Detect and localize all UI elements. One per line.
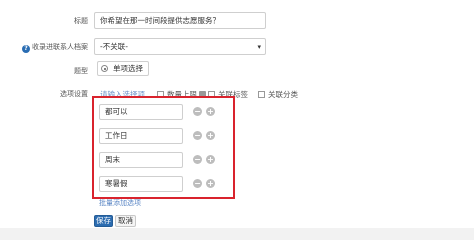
archive-label: 收录进联系人档案 bbox=[32, 43, 88, 51]
option-input-4[interactable]: 寒暑假 bbox=[99, 176, 183, 192]
type-option-single[interactable]: 单项选择 bbox=[97, 61, 149, 76]
chevron-down-icon: ▾ bbox=[257, 43, 261, 51]
radio-icon bbox=[101, 65, 108, 72]
add-option-3-button[interactable]: + bbox=[206, 155, 215, 164]
options-label: 选项设置 bbox=[60, 90, 88, 98]
archive-select[interactable]: -不关联- ▾ bbox=[94, 38, 266, 55]
save-button[interactable]: 保存 bbox=[94, 215, 113, 227]
batch-add-options-link[interactable]: 批量添加选项 bbox=[99, 198, 141, 208]
remove-option-3-button[interactable]: − bbox=[193, 155, 202, 164]
cancel-button[interactable]: 取消 bbox=[115, 215, 136, 227]
checkbox-icon bbox=[258, 91, 265, 98]
option-input-1[interactable]: 都可以 bbox=[99, 104, 183, 120]
type-label: 题型 bbox=[74, 67, 88, 75]
add-option-4-button[interactable]: + bbox=[206, 179, 215, 188]
remove-option-1-button[interactable]: − bbox=[193, 107, 202, 116]
option-input-2[interactable]: 工作日 bbox=[99, 128, 183, 144]
title-input[interactable]: 你希望在那一时间段提供志愿服务？ bbox=[94, 12, 266, 29]
archive-select-value: -不关联- bbox=[100, 42, 128, 51]
remove-option-4-button[interactable]: − bbox=[193, 179, 202, 188]
option-input-3[interactable]: 周末 bbox=[99, 152, 183, 168]
remove-option-2-button[interactable]: − bbox=[193, 131, 202, 140]
category-checkbox[interactable]: 关联分类 bbox=[258, 89, 298, 100]
archive-label-row: ? 收录进联系人档案 bbox=[22, 42, 88, 53]
add-option-1-button[interactable]: + bbox=[206, 107, 215, 116]
add-option-2-button[interactable]: + bbox=[206, 131, 215, 140]
category-checkbox-label: 关联分类 bbox=[268, 90, 298, 99]
form-panel: 标题 你希望在那一时间段提供志愿服务？ ? 收录进联系人档案 -不关联- ▾ 题型… bbox=[0, 0, 474, 240]
footer-strip bbox=[0, 228, 474, 240]
title-label: 标题 bbox=[74, 17, 88, 25]
help-icon[interactable]: ? bbox=[22, 45, 30, 53]
type-value: 单项选择 bbox=[113, 64, 143, 73]
